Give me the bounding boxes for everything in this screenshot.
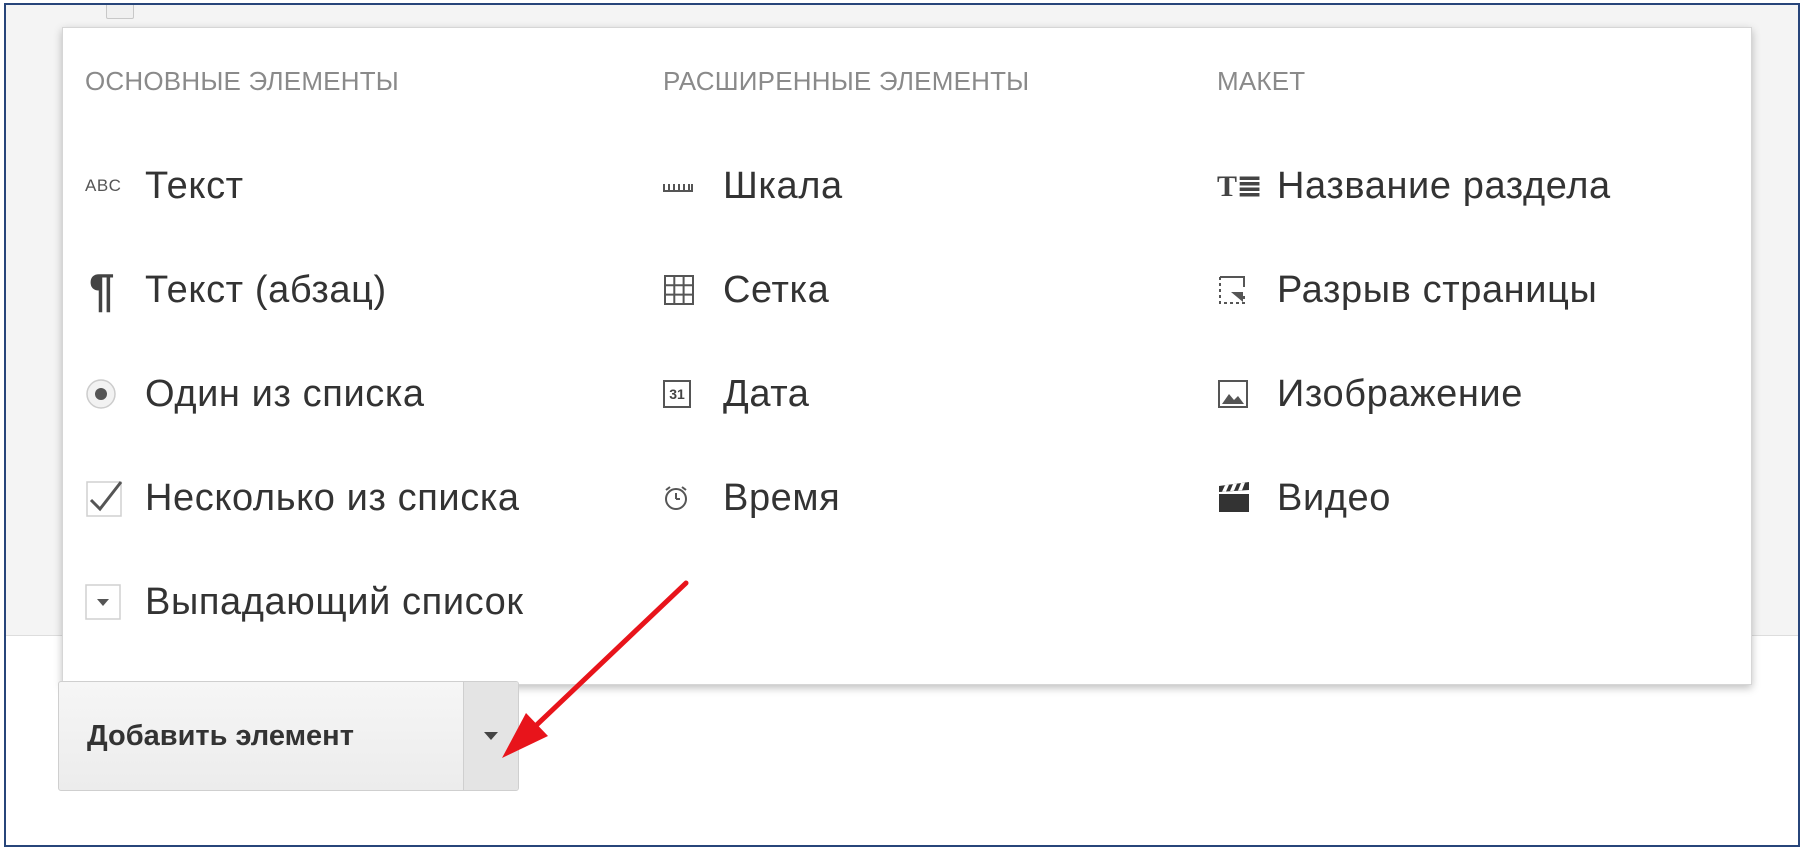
screenshot-frame: ОСНОВНЫЕ ЭЛЕМЕНТЫ ABC Текст ¶ Текст (абз…: [4, 3, 1800, 847]
checkbox-icon: [85, 473, 145, 523]
menu-item-label: Один из списка: [145, 372, 425, 415]
menu-item-image[interactable]: Изображение: [1217, 364, 1523, 424]
menu-item-scale[interactable]: Шкала: [663, 156, 843, 216]
scale-icon: [663, 161, 723, 211]
menu-item-label: Время: [723, 476, 841, 519]
abc-text-icon: ABC: [85, 176, 122, 195]
menu-item-dropdown[interactable]: Выпадающий список: [85, 572, 524, 632]
add-item-menu: ОСНОВНЫЕ ЭЛЕМЕНТЫ ABC Текст ¶ Текст (абз…: [62, 27, 1752, 685]
add-item-button-group: Добавить элемент: [58, 681, 519, 791]
menu-item-label: Шкала: [723, 164, 843, 207]
dropdown-icon: [85, 577, 145, 627]
background-checkbox: [106, 5, 134, 19]
section-title-icon: T≣: [1217, 169, 1263, 203]
menu-item-checkbox[interactable]: Несколько из списка: [85, 468, 520, 528]
menu-item-date[interactable]: 31 Дата: [663, 364, 810, 424]
paragraph-icon: ¶: [89, 264, 115, 316]
menu-item-label: Видео: [1277, 476, 1392, 519]
calendar-icon: 31: [663, 369, 723, 419]
menu-item-label: Изображение: [1277, 372, 1523, 415]
page-break-icon: [1217, 265, 1277, 315]
menu-item-label: Дата: [723, 372, 810, 415]
menu-item-label: Текст (абзац): [145, 268, 387, 311]
add-item-button[interactable]: Добавить элемент: [59, 682, 463, 790]
menu-item-radio[interactable]: Один из списка: [85, 364, 425, 424]
radio-button-icon: [85, 369, 145, 419]
menu-item-time[interactable]: Время: [663, 468, 840, 528]
image-icon: [1217, 369, 1277, 419]
chevron-down-icon: [484, 732, 498, 740]
grid-icon: [663, 265, 723, 315]
menu-item-video[interactable]: Видео: [1217, 468, 1391, 528]
menu-item-label: Текст: [145, 164, 244, 207]
menu-item-label: Разрыв страницы: [1277, 268, 1598, 311]
menu-item-text[interactable]: ABC Текст: [85, 156, 244, 216]
menu-item-label: Название раздела: [1277, 164, 1611, 207]
basic-elements-header: ОСНОВНЫЕ ЭЛЕМЕНТЫ: [85, 66, 400, 96]
video-icon: [1217, 473, 1277, 523]
clock-icon: [663, 473, 723, 523]
menu-item-section-title[interactable]: T≣ Название раздела: [1217, 156, 1611, 216]
menu-item-grid[interactable]: Сетка: [663, 260, 829, 320]
menu-item-label: Сетка: [723, 268, 830, 311]
menu-item-label: Несколько из списка: [145, 476, 520, 519]
menu-item-page-break[interactable]: Разрыв страницы: [1217, 260, 1597, 320]
advanced-elements-header: РАСШИРЕННЫЕ ЭЛЕМЕНТЫ: [663, 66, 1030, 96]
layout-header: МАКЕТ: [1217, 66, 1306, 96]
menu-item-paragraph[interactable]: ¶ Текст (абзац): [85, 260, 387, 320]
menu-item-label: Выпадающий список: [145, 580, 524, 623]
add-item-dropdown-toggle[interactable]: [463, 682, 518, 790]
